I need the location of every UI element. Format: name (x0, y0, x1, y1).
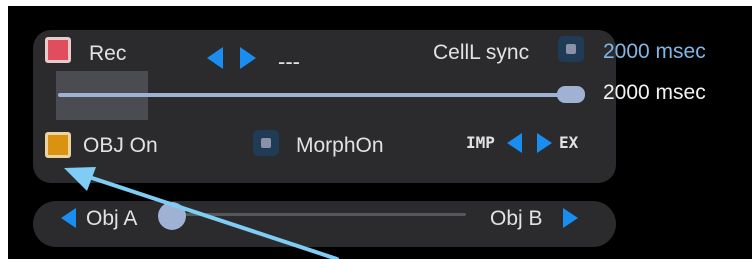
checkbox-core-icon (261, 138, 271, 148)
morph-on-label: MorphOn (296, 134, 384, 157)
ex-label: EX (559, 133, 579, 152)
morph-slider-track[interactable] (170, 213, 466, 216)
slider-value-text: 2000 msec (603, 81, 706, 104)
preset-value: --- (278, 49, 300, 74)
obj-a-label: Obj A (86, 207, 138, 230)
obj-a-arrow-icon[interactable] (61, 208, 76, 228)
sync-time-value: 2000 msec (603, 40, 706, 63)
celll-sync-checkbox[interactable] (558, 36, 584, 62)
obj-on-label: OBJ On (83, 134, 158, 157)
preset-prev-icon[interactable] (207, 47, 223, 69)
preset-next-icon[interactable] (240, 47, 256, 69)
obj-on-checkbox[interactable] (45, 132, 71, 158)
celll-sync-label: CellL sync (433, 41, 530, 64)
imp-ex-left-icon[interactable] (507, 133, 522, 153)
imp-ex-right-icon[interactable] (537, 133, 552, 153)
obj-b-arrow-icon[interactable] (563, 208, 578, 228)
morph-on-checkbox[interactable] (253, 130, 279, 156)
checkbox-core-icon (566, 44, 576, 54)
rec-checkbox[interactable] (45, 37, 71, 63)
time-slider-thumb[interactable] (557, 86, 585, 103)
imp-label: IMP (466, 133, 495, 152)
morph-slider-thumb[interactable] (158, 202, 186, 230)
rec-label: Rec (89, 42, 127, 65)
obj-b-label: Obj B (490, 207, 543, 230)
time-slider-track[interactable] (58, 93, 572, 97)
